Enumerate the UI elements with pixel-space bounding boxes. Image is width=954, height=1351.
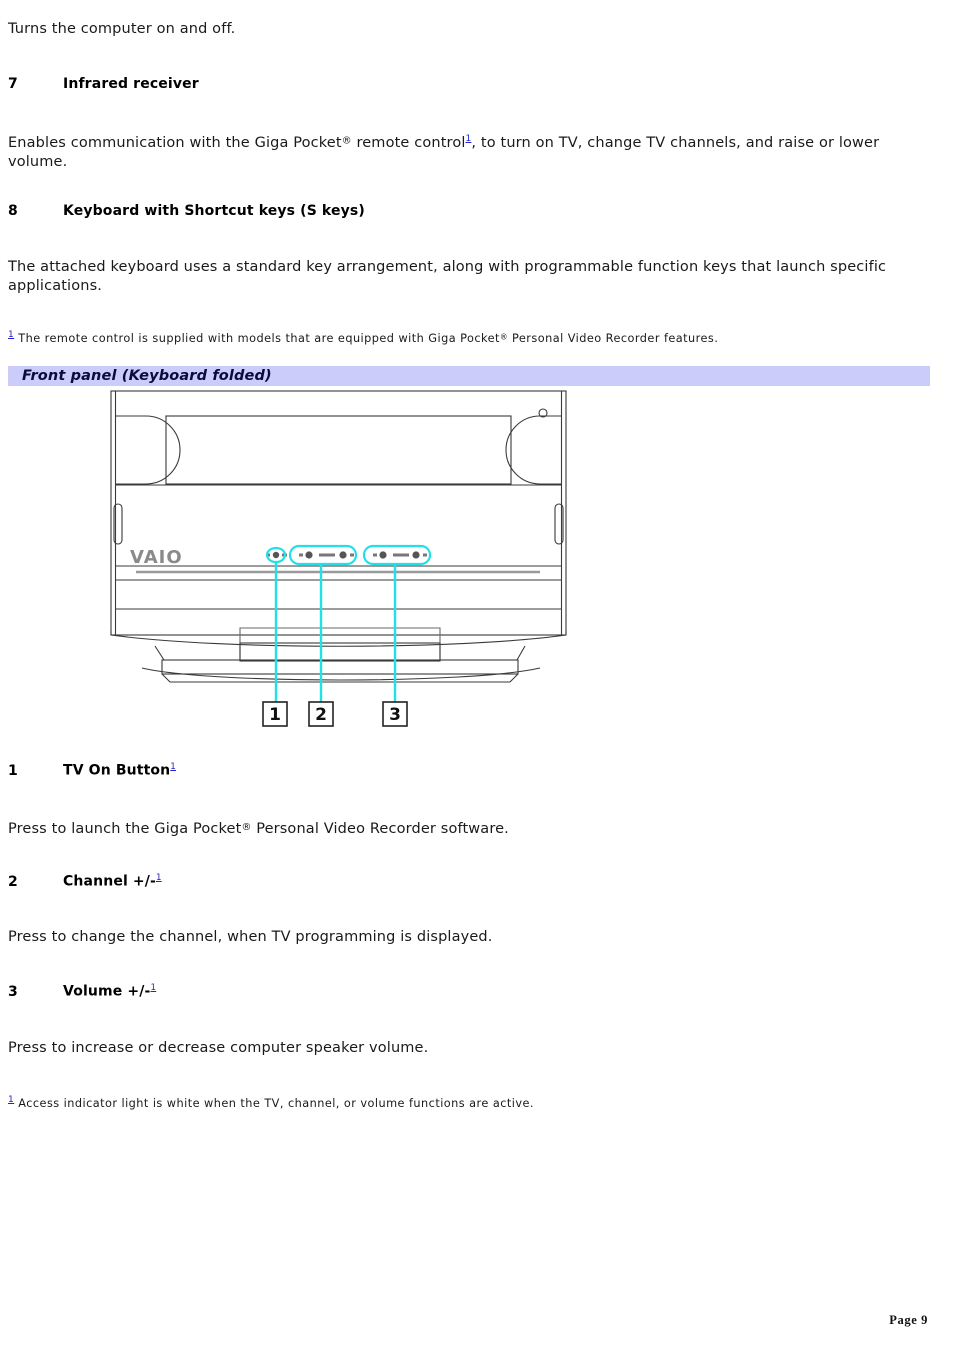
- callout-number-3: 3: [389, 705, 401, 725]
- intro-paragraph: Turns the computer on and off.: [8, 20, 908, 39]
- paragraph-text-part1: Press to launch the Giga Pocket: [8, 821, 242, 838]
- heading-keyboard-shortcut-keys: 8 Keyboard with Shortcut keys (S keys): [8, 203, 365, 219]
- footnote-text-part1: The remote control is supplied with mode…: [14, 331, 500, 345]
- paragraph-text: Press to change the channel, when TV pro…: [8, 929, 493, 945]
- figure-vaio-front-panel: VAIO 1 2 3: [100, 388, 590, 740]
- footnote-reference-link[interactable]: 1: [150, 983, 156, 993]
- paragraph-text: Press to increase or decrease computer s…: [8, 1040, 429, 1056]
- heading-volume-plus-minus: 3 Volume +/-1: [8, 983, 156, 1000]
- heading-number: 8: [8, 203, 18, 219]
- paragraph-channel-plus-minus: Press to change the channel, when TV pro…: [8, 928, 898, 947]
- callout-number-2: 2: [315, 705, 327, 725]
- manual-page: Turns the computer on and off. 7 Infrared…: [0, 0, 954, 1351]
- footnote-reference-link[interactable]: 1: [170, 762, 176, 772]
- registered-mark: ®: [241, 822, 252, 833]
- item-label: TV On Button: [63, 762, 171, 779]
- footnote-reference-link[interactable]: 1: [156, 873, 162, 883]
- item-number: 2: [8, 873, 18, 890]
- registered-mark: ®: [341, 135, 352, 147]
- section-banner-front-panel: Front panel (Keyboard folded): [8, 366, 930, 386]
- footnote-remote-control: 1 The remote control is supplied with mo…: [8, 328, 908, 346]
- item-label: Volume +/-: [63, 983, 151, 1000]
- heading-label: Infrared receiver: [63, 76, 199, 92]
- heading-label: Keyboard with Shortcut keys (S keys): [63, 203, 365, 219]
- registered-mark: ®: [499, 332, 508, 342]
- paragraph-text: The attached keyboard uses a standard ke…: [8, 259, 887, 294]
- paragraph-volume-plus-minus: Press to increase or decrease computer s…: [8, 1039, 898, 1058]
- heading-channel-plus-minus: 2 Channel +/-1: [8, 873, 162, 890]
- paragraph-text-part2: remote control: [351, 134, 466, 151]
- heading-tv-on-button: 1 TV On Button1: [8, 762, 176, 779]
- footnote-text: Access indicator light is white when the…: [14, 1096, 534, 1110]
- paragraph-text-part2: Personal Video Recorder software.: [251, 821, 509, 838]
- page-number: Page 9: [889, 1313, 928, 1327]
- footnote-text-part2: Personal Video Recorder features.: [508, 331, 719, 345]
- intro-text: Turns the computer on and off.: [8, 21, 236, 37]
- heading-number: 7: [8, 76, 18, 92]
- footnote-access-indicator: 1 Access indicator light is white when t…: [8, 1093, 908, 1111]
- heading-infrared-receiver: 7 Infrared receiver: [8, 76, 199, 92]
- paragraph-tv-on-button: Press to launch the Giga Pocket® Persona…: [8, 818, 898, 839]
- paragraph-keyboard: The attached keyboard uses a standard ke…: [8, 258, 913, 296]
- vaio-logo: VAIO: [130, 547, 183, 568]
- paragraph-text-part1: Enables communication with the Giga Pock…: [8, 134, 342, 151]
- callout-number-1: 1: [269, 705, 281, 725]
- item-number: 1: [8, 762, 18, 779]
- item-label: Channel +/-: [63, 873, 156, 890]
- item-number: 3: [8, 983, 18, 1000]
- section-banner-label: Front panel (Keyboard folded): [22, 368, 272, 384]
- paragraph-infrared-receiver: Enables communication with the Giga Pock…: [8, 130, 898, 172]
